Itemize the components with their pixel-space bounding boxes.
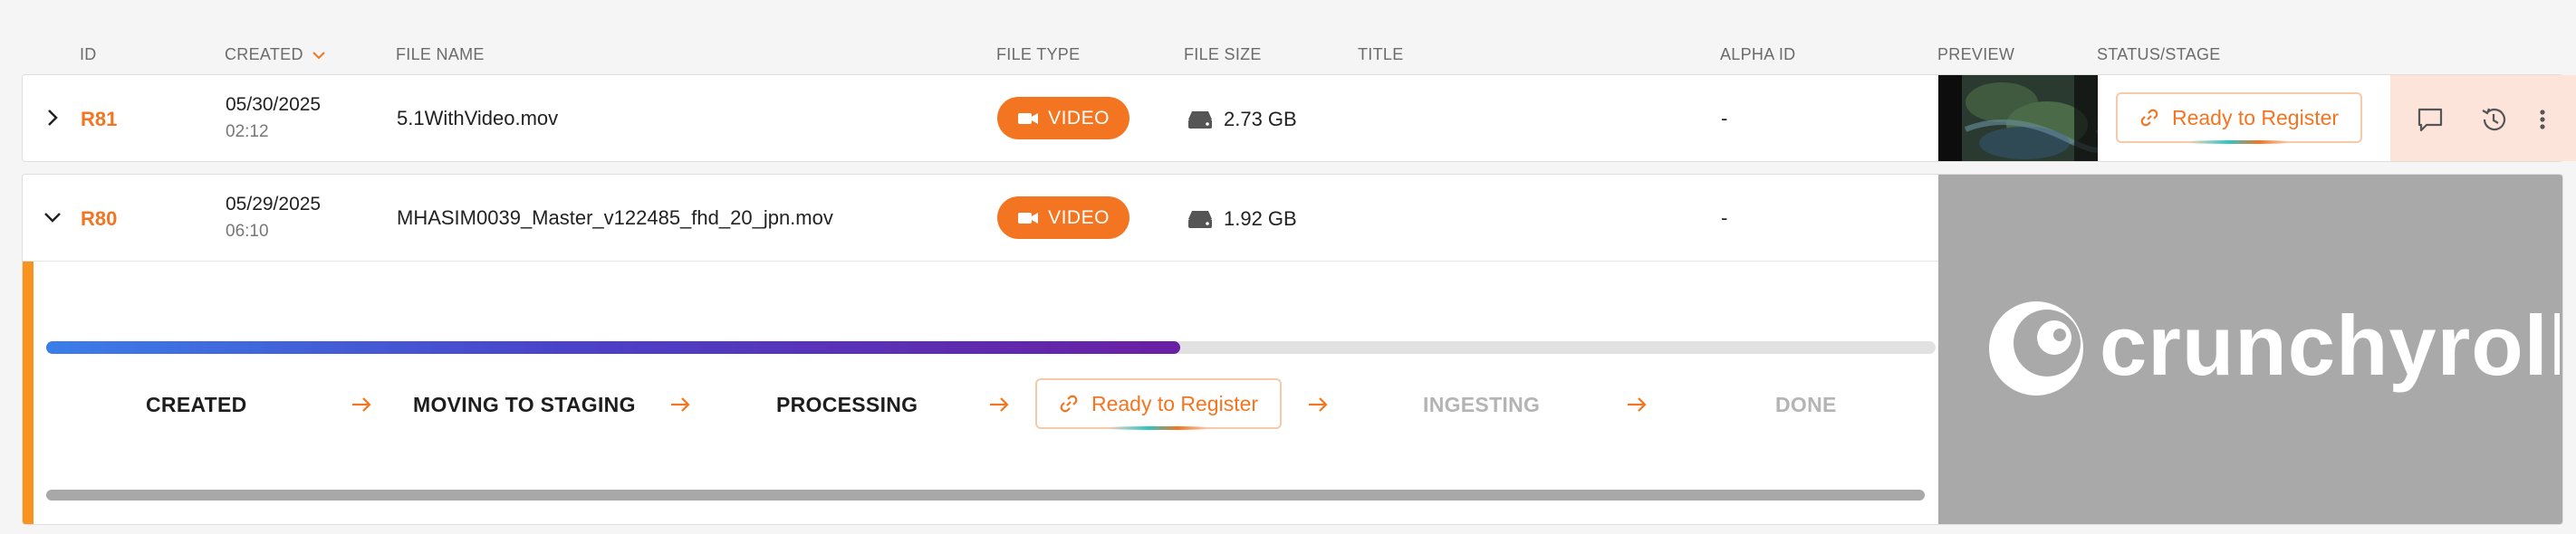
history-icon[interactable] [2479, 105, 2508, 134]
ready-to-register-button[interactable]: Ready to Register [2116, 92, 2362, 144]
row-actions [2390, 75, 2576, 161]
button-glow [2190, 140, 2288, 144]
chevron-right-icon[interactable] [41, 106, 64, 129]
file-name: 5.1WithVideo.mov [397, 107, 559, 129]
stage-done: DONE [1775, 393, 1837, 416]
expanded-row-accent-bar [23, 262, 34, 524]
column-header-alpha-id[interactable]: ALPHA ID [1720, 45, 1795, 64]
hard-drive-icon [1188, 211, 1212, 228]
crunchyroll-logo: crunchyroll [1989, 298, 2562, 396]
file-size: 1.92 GB [1187, 207, 1297, 231]
stage-moving-to-staging: MOVING TO STAGING [413, 393, 636, 416]
stage-progress-bar [46, 341, 1936, 354]
stage-progress-fill [46, 341, 1180, 354]
file-type-badge: VIDEO [997, 97, 1129, 139]
file-size-value: 2.73 GB [1224, 108, 1297, 130]
file-size: 2.73 GB [1187, 108, 1297, 131]
chevron-down-icon[interactable] [311, 47, 327, 63]
file-type-label: VIDEO [1048, 206, 1110, 228]
horizontal-scrollbar[interactable] [46, 490, 1925, 501]
stage-created: CREATED [146, 393, 247, 416]
column-header-created-label: CREATED [225, 45, 303, 63]
more-vertical-icon[interactable] [2535, 105, 2550, 134]
file-name: MHASIM0039_Master_v122485_fhd_20_jpn.mov [397, 206, 833, 229]
row-id[interactable]: R80 [81, 207, 117, 231]
row-summary[interactable]: R80 05/29/2025 06:10 MHASIM0039_Master_v… [23, 175, 1938, 262]
created-time: 06:10 [226, 222, 269, 241]
video-thumbnail-image [1938, 75, 2098, 161]
arrow-right-icon [990, 397, 1009, 412]
file-size-value: 1.92 GB [1224, 207, 1297, 230]
video-camera-icon [1018, 112, 1039, 124]
column-header-file-size[interactable]: FILE SIZE [1184, 45, 1262, 64]
arrow-right-icon [1309, 397, 1328, 412]
button-glow [1110, 426, 1207, 430]
stage-processing: PROCESSING [776, 393, 918, 416]
row-id[interactable]: R81 [81, 108, 117, 131]
alpha-id: - [1721, 206, 1728, 229]
file-type-label: VIDEO [1048, 107, 1110, 129]
column-header-status: STATUS/STAGE [2097, 45, 2221, 63]
alpha-id: - [1721, 107, 1728, 129]
table-row-expanded[interactable]: R80 05/29/2025 06:10 MHASIM0039_Master_v… [22, 174, 2563, 525]
ready-to-register-label: Ready to Register [2171, 105, 2340, 129]
created-time: 02:12 [226, 122, 269, 141]
stage-ingesting: INGESTING [1423, 393, 1541, 416]
column-header-preview: PREVIEW [1937, 45, 2015, 63]
column-header-title[interactable]: TITLE [1358, 45, 1404, 64]
comment-icon[interactable] [2416, 105, 2445, 134]
arrow-right-icon [352, 397, 371, 412]
table-row[interactable]: R81 05/30/2025 02:12 5.1WithVideo.mov VI… [22, 74, 2576, 162]
crunchyroll-wordmark: crunchyroll [2100, 298, 2560, 393]
arrow-right-icon [671, 397, 690, 412]
preview-panel[interactable]: crunchyroll [1938, 175, 2562, 524]
created-date: 05/30/2025 [226, 94, 322, 115]
preview-thumbnail[interactable] [1938, 75, 2098, 161]
link-icon [1060, 395, 1078, 413]
hard-drive-icon [1188, 111, 1212, 129]
video-camera-icon [1018, 212, 1039, 224]
column-header-id[interactable]: ID [80, 45, 97, 64]
stage-ready-to-register-button[interactable]: Ready to Register [1035, 378, 1282, 430]
arrow-right-icon [1628, 397, 1647, 412]
column-header-created[interactable]: CREATED [225, 45, 327, 64]
column-header-file-name[interactable]: FILE NAME [396, 45, 485, 64]
column-header-file-type[interactable]: FILE TYPE [996, 45, 1080, 64]
file-type-badge: VIDEO [997, 196, 1129, 239]
stage-ready-to-register-label: Ready to Register [1091, 391, 1259, 415]
created-date: 05/29/2025 [226, 194, 322, 215]
link-icon [2140, 109, 2158, 127]
chevron-down-icon[interactable] [41, 205, 64, 229]
